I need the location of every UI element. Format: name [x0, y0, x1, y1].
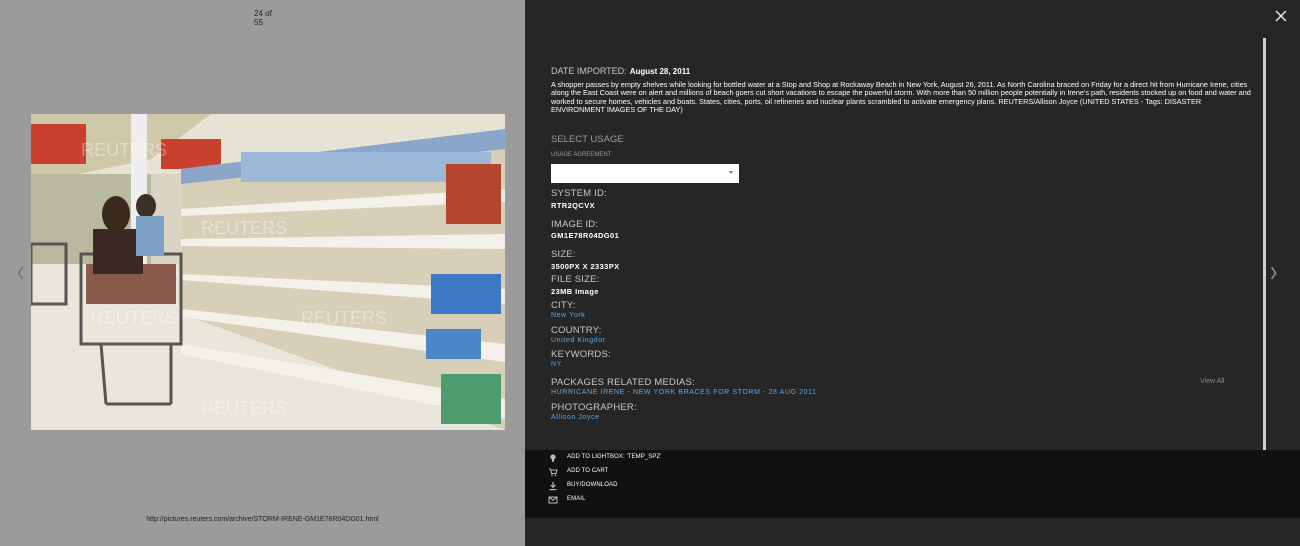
main-photo: REUTERS REUTERS REUTERS REUTERS REUTERS: [31, 114, 505, 430]
next-image-button[interactable]: ›: [1270, 255, 1277, 287]
lightbulb-icon: [550, 454, 556, 462]
package-link[interactable]: HURRICANE IRENE - NEW YORK BRACES FOR ST…: [551, 389, 817, 396]
counter-index: 24 of: [254, 9, 272, 18]
city-link[interactable]: New York: [551, 312, 585, 319]
add-to-cart-label: ADD TO CART: [567, 468, 609, 474]
svg-text:REUTERS: REUTERS: [201, 398, 287, 418]
add-to-lightbox-button[interactable]: ADD TO LIGHTBOX: 'TEMP_SPZ': [548, 453, 848, 465]
add-to-lightbox-label: ADD TO LIGHTBOX: 'TEMP_SPZ': [567, 454, 662, 460]
buy-download-button[interactable]: BUY/DOWNLOAD: [548, 481, 848, 493]
email-label: EMAIL: [567, 496, 586, 502]
photographer-label: PHOTOGRAPHER:: [551, 402, 637, 413]
chevron-down-icon: [729, 171, 733, 174]
photo-illustration: REUTERS REUTERS REUTERS REUTERS REUTERS: [31, 114, 505, 430]
packages-label: PACKAGES RELATED MEDIAS:: [551, 377, 695, 388]
details-scrollbar[interactable]: [1263, 38, 1266, 450]
svg-text:REUTERS: REUTERS: [81, 140, 167, 160]
system-id-label: SYSTEM ID:: [551, 188, 607, 199]
country-link[interactable]: United Kingdor: [551, 337, 606, 344]
date-imported-value: August 28, 2011: [629, 67, 691, 76]
download-icon: [549, 482, 557, 491]
cart-icon: [549, 468, 558, 477]
previous-image-button[interactable]: ‹: [17, 255, 24, 287]
select-usage-heading: SELECT USAGE: [551, 134, 624, 145]
keywords-label: KEYWORDS:: [551, 349, 611, 360]
photographer-link[interactable]: Allison Joyce: [551, 414, 600, 421]
date-imported-label: DATE IMPORTED:: [551, 66, 627, 76]
keyword-link[interactable]: NY: [551, 361, 562, 368]
email-icon: [548, 496, 558, 504]
date-imported: DATE IMPORTED: August 28, 2011: [551, 66, 690, 76]
usage-agreement-select[interactable]: [551, 164, 739, 183]
close-icon[interactable]: [1273, 8, 1289, 24]
size-label: SIZE:: [551, 249, 576, 260]
city-label: CITY:: [551, 300, 576, 311]
system-id-value: RTR2QCVX: [551, 201, 596, 210]
svg-text:REUTERS: REUTERS: [201, 218, 287, 238]
usage-agreement-label: USAGE AGREEMENT: [551, 152, 612, 158]
view-all-link[interactable]: View All: [1200, 378, 1224, 385]
counter-total: 55: [254, 18, 263, 27]
add-to-cart-button[interactable]: ADD TO CART: [548, 467, 848, 479]
image-viewer: 24 of 55 REUTERS REUTERS REUTERS REUTERS…: [0, 0, 525, 546]
image-url: http://pictures.reuters.com/archive/STOR…: [146, 516, 379, 523]
svg-text:REUTERS: REUTERS: [301, 308, 387, 328]
file-size-label: FILE SIZE:: [551, 274, 600, 285]
file-size-value: 23MB Image: [551, 287, 599, 296]
image-caption: A shopper passes by empty shelves while …: [551, 80, 1251, 115]
email-button[interactable]: EMAIL: [548, 495, 848, 507]
image-id-value: GM1E78R04DG01: [551, 231, 620, 240]
image-id-label: IMAGE ID:: [551, 219, 599, 230]
svg-text:REUTERS: REUTERS: [91, 308, 177, 328]
country-label: COUNTRY:: [551, 325, 602, 336]
size-value: 3500PX X 2333PX: [551, 262, 620, 271]
buy-download-label: BUY/DOWNLOAD: [567, 482, 618, 488]
image-counter: 24 of 55: [254, 9, 284, 27]
